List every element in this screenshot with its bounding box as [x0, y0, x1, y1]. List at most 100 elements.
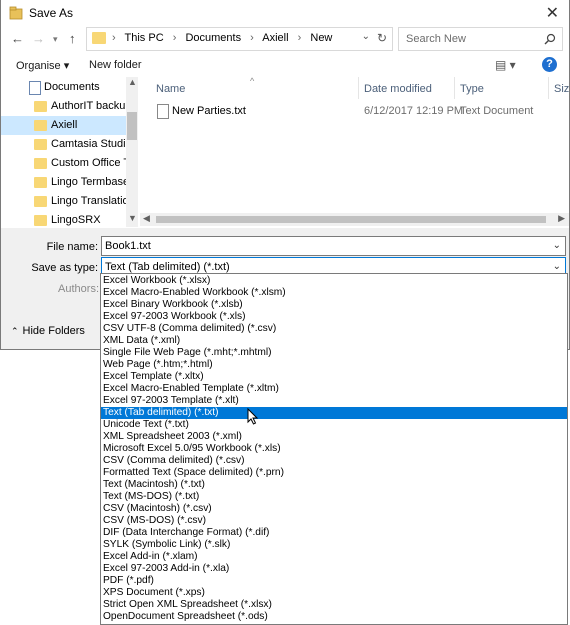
- navigation-scrollbar[interactable]: ▲ ▼: [126, 77, 138, 227]
- dropdown-option[interactable]: Strict Open XML Spreadsheet (*.xlsx): [101, 599, 567, 611]
- dropdown-option[interactable]: Single File Web Page (*.mht;*.mhtml): [101, 347, 567, 359]
- dropdown-option[interactable]: Excel Macro-Enabled Workbook (*.xlsm): [101, 287, 567, 299]
- sidebar-item-custom-office-templates[interactable]: Custom Office Te: [1, 154, 135, 173]
- refresh-icon[interactable]: ↻: [377, 31, 387, 45]
- hide-folders-label: Hide Folders: [22, 325, 85, 337]
- save-as-window-icon: [9, 6, 23, 20]
- dropdown-option[interactable]: Excel Workbook (*.xlsx): [101, 275, 567, 287]
- sort-ascending-icon: ^: [250, 77, 255, 86]
- folder-icon: [34, 196, 47, 207]
- folder-icon: [34, 139, 47, 150]
- sidebar-item-authorit-backup[interactable]: AuthorIT backup: [1, 97, 132, 116]
- file-row[interactable]: New Parties.txt 6/12/2017 12:19 PM Text …: [154, 103, 554, 121]
- dropdown-option-label: Text (Tab delimited) (*.txt): [103, 407, 219, 418]
- sidebar-item-lingo-termbases[interactable]: Lingo Termbases: [1, 173, 135, 192]
- dropdown-option-label: Text (Macintosh) (*.txt): [103, 479, 205, 490]
- column-header-type[interactable]: Type: [460, 83, 484, 95]
- back-arrow-icon[interactable]: ←: [11, 31, 24, 46]
- chevron-down-icon[interactable]: ⌄: [362, 31, 370, 42]
- breadcrumb-item-axiell[interactable]: Axiell: [262, 32, 288, 44]
- scrollbar-thumb[interactable]: [156, 216, 546, 223]
- dropdown-option[interactable]: Unicode Text (*.txt): [101, 419, 567, 431]
- recent-locations-chevron-icon[interactable]: ▾: [53, 34, 58, 45]
- sidebar-item-camtasia-studio[interactable]: Camtasia Studio: [1, 135, 132, 154]
- dropdown-option[interactable]: CSV (Macintosh) (*.csv): [101, 503, 567, 515]
- chevron-up-icon: ⌃: [11, 326, 19, 336]
- dropdown-option[interactable]: Microsoft Excel 5.0/95 Workbook (*.xls): [101, 443, 567, 455]
- dropdown-option-label: Formatted Text (Space delimited) (*.prn): [103, 467, 284, 478]
- column-divider[interactable]: [454, 77, 455, 99]
- sidebar-item-axiell[interactable]: Axiell: [1, 116, 126, 135]
- sidebar-item-lingo-translation[interactable]: Lingo Translation: [1, 192, 135, 211]
- folder-icon: [34, 120, 47, 131]
- breadcrumb-item-new[interactable]: New: [310, 32, 332, 44]
- scroll-left-icon[interactable]: ◀: [143, 213, 150, 224]
- dropdown-option[interactable]: XML Data (*.xml): [101, 335, 567, 347]
- dropdown-option[interactable]: OpenDocument Spreadsheet (*.ods): [101, 611, 567, 623]
- dropdown-option[interactable]: DIF (Data Interchange Format) (*.dif): [101, 527, 567, 539]
- chevron-right-icon: ›: [250, 32, 254, 44]
- chevron-down-icon[interactable]: ⌄: [553, 261, 561, 272]
- help-icon[interactable]: ?: [542, 57, 557, 72]
- column-header-date-modified[interactable]: Date modified: [364, 83, 432, 95]
- save-as-type-label: Save as type:: [31, 262, 98, 274]
- dropdown-option[interactable]: Formatted Text (Space delimited) (*.prn): [101, 467, 567, 479]
- mouse-cursor-icon: [247, 408, 259, 425]
- up-arrow-icon[interactable]: ↑: [69, 31, 76, 46]
- address-bar[interactable]: › This PC › Documents › Axiell › New ⌄ ↻: [86, 27, 393, 51]
- search-input[interactable]: Search New: [398, 27, 563, 51]
- dropdown-option-label: Text (MS-DOS) (*.txt): [103, 491, 200, 502]
- sidebar-item-label: Axiell: [51, 119, 78, 131]
- column-divider[interactable]: [548, 77, 549, 99]
- scroll-up-icon[interactable]: ▲: [128, 77, 137, 87]
- dropdown-option[interactable]: CSV UTF-8 (Comma delimited) (*.csv): [101, 323, 567, 335]
- sidebar-item-lingosrx[interactable]: LingoSRX: [1, 211, 126, 227]
- change-view-icon[interactable]: ▤ ▾: [495, 58, 516, 72]
- dropdown-option[interactable]: CSV (MS-DOS) (*.csv): [101, 515, 567, 527]
- dropdown-option[interactable]: SYLK (Symbolic Link) (*.slk): [101, 539, 567, 551]
- scrollbar-thumb[interactable]: [127, 112, 137, 140]
- sidebar-item-label: Custom Office Te: [51, 157, 135, 169]
- dropdown-option[interactable]: Web Page (*.htm;*.html): [101, 359, 567, 371]
- dropdown-option[interactable]: Excel 97-2003 Add-in (*.xla): [101, 563, 567, 575]
- scroll-right-icon[interactable]: ▶: [558, 213, 565, 224]
- scroll-down-icon[interactable]: ▼: [128, 213, 137, 223]
- dropdown-option[interactable]: CSV (Comma delimited) (*.csv): [101, 455, 567, 467]
- dropdown-option-label: Microsoft Excel 5.0/95 Workbook (*.xls): [103, 443, 281, 454]
- dropdown-option[interactable]: XML Spreadsheet 2003 (*.xml): [101, 431, 567, 443]
- sidebar-item-documents[interactable]: Documents: [1, 78, 126, 97]
- column-divider[interactable]: [358, 77, 359, 99]
- dropdown-option[interactable]: Excel Template (*.xltx): [101, 371, 567, 383]
- dropdown-option-label: PDF (*.pdf): [103, 575, 154, 586]
- dropdown-option[interactable]: Text (MS-DOS) (*.txt): [101, 491, 567, 503]
- dropdown-option[interactable]: Text (Tab delimited) (*.txt): [101, 407, 567, 419]
- column-header-size[interactable]: Size: [554, 83, 569, 95]
- new-folder-button[interactable]: New folder: [89, 59, 142, 71]
- dropdown-option[interactable]: Excel 97-2003 Template (*.xlt): [101, 395, 567, 407]
- dropdown-option[interactable]: PDF (*.pdf): [101, 575, 567, 587]
- file-name-value: Book1.txt: [105, 240, 151, 252]
- dropdown-option[interactable]: Excel 97-2003 Workbook (*.xls): [101, 311, 567, 323]
- dropdown-option[interactable]: XPS Document (*.xps): [101, 587, 567, 599]
- dropdown-option[interactable]: Excel Add-in (*.xlam): [101, 551, 567, 563]
- toolbar: Organise ▾ New folder ▤ ▾ ?: [1, 54, 569, 76]
- text-file-icon: [157, 104, 169, 119]
- organise-button[interactable]: Organise ▾: [16, 59, 69, 72]
- hide-folders-button[interactable]: ⌃ Hide Folders: [11, 325, 85, 337]
- breadcrumb-item-documents[interactable]: Documents: [185, 32, 241, 44]
- folder-icon: [34, 177, 47, 188]
- chevron-down-icon[interactable]: ⌄: [553, 240, 561, 251]
- close-icon[interactable]: ✕: [546, 3, 559, 23]
- dropdown-option-label: Excel Macro-Enabled Template (*.xltm): [103, 383, 279, 394]
- dropdown-option[interactable]: Excel Macro-Enabled Template (*.xltm): [101, 383, 567, 395]
- forward-arrow-icon[interactable]: →: [32, 31, 45, 46]
- dropdown-option[interactable]: Text (Macintosh) (*.txt): [101, 479, 567, 491]
- file-list-horizontal-scrollbar[interactable]: ◀ ▶: [140, 213, 569, 226]
- breadcrumb-item-this-pc[interactable]: This PC: [125, 32, 164, 44]
- dropdown-option-label: CSV (Macintosh) (*.csv): [103, 503, 212, 514]
- column-header-name[interactable]: Name: [156, 83, 185, 95]
- sidebar-item-label: Documents: [44, 81, 100, 93]
- dropdown-option-label: Excel Workbook (*.xlsx): [103, 275, 211, 286]
- dropdown-option[interactable]: Excel Binary Workbook (*.xlsb): [101, 299, 567, 311]
- file-name-field[interactable]: Book1.txt ⌄: [101, 236, 566, 256]
